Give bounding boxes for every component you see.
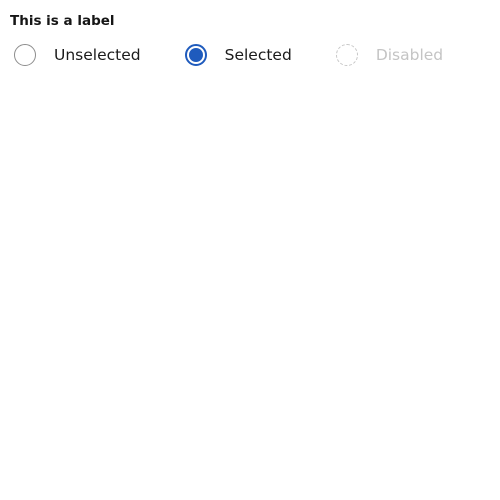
- radio-button-disabled: [335, 44, 358, 66]
- radio-button-selected[interactable]: [184, 44, 207, 66]
- radio-option-selected[interactable]: Selected: [184, 44, 292, 66]
- radio-label-unselected: Unselected: [54, 46, 141, 64]
- radio-options: Unselected Selected Disabled: [14, 44, 443, 66]
- radio-group-label: This is a label: [10, 13, 115, 29]
- radio-label-selected: Selected: [224, 46, 292, 64]
- radio-option-disabled: Disabled: [335, 44, 444, 66]
- radio-button-unselected[interactable]: [14, 44, 36, 66]
- radio-label-disabled: Disabled: [375, 46, 444, 64]
- radio-group: This is a label Unselected Selected Disa…: [10, 12, 443, 66]
- radio-option-unselected[interactable]: Unselected: [14, 44, 141, 66]
